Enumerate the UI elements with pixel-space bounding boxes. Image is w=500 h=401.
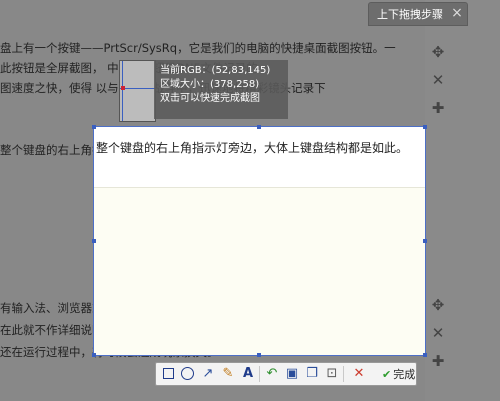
finish-label: 完成 xyxy=(393,368,416,381)
text-tool-icon[interactable]: A xyxy=(239,365,257,383)
crosshair-vertical xyxy=(122,61,123,121)
add-icon[interactable]: ✚ xyxy=(428,351,448,371)
move-icon[interactable]: ✥ xyxy=(428,295,448,315)
save-icon[interactable]: ▣ xyxy=(283,365,301,383)
copy-icon[interactable]: ❐ xyxy=(303,365,321,383)
toolbar-separator xyxy=(259,366,260,382)
resize-handle-left[interactable] xyxy=(92,239,96,243)
crosshair-horizontal xyxy=(120,88,155,89)
move-icon[interactable]: ✥ xyxy=(428,42,448,62)
cancel-icon[interactable]: ✕ xyxy=(350,365,368,383)
arrow-tool-icon[interactable]: ↗ xyxy=(199,365,217,383)
undo-icon[interactable]: ↶ xyxy=(263,365,281,383)
resize-handle-top[interactable] xyxy=(257,125,261,129)
close-icon[interactable]: × xyxy=(450,4,464,22)
add-icon[interactable]: ✚ xyxy=(428,98,448,118)
resize-handle-right[interactable] xyxy=(423,239,427,243)
divider xyxy=(94,187,425,188)
close-icon[interactable]: ✕ xyxy=(428,323,448,343)
rgb-readout: 当前RGB：(52,83,145) xyxy=(160,65,271,76)
cursor-point xyxy=(121,86,125,90)
finish-button[interactable]: ✔ 完成 xyxy=(382,366,415,382)
capture-selection-region[interactable]: 整个键盘的右上角指示灯旁边，大体上键盘结构都是如此。 xyxy=(93,126,426,356)
selected-text-line: 整个键盘的右上角指示灯旁边，大体上键盘结构都是如此。 xyxy=(96,141,409,155)
resize-handle-bottom[interactable] xyxy=(257,353,261,357)
capture-toolbar: ↗ ✎ A ↶ ▣ ❐ ⊡ ✕ ✔ 完成 xyxy=(155,362,417,386)
selection-content-band xyxy=(94,127,425,187)
zoom-magnifier xyxy=(119,60,156,122)
toolbar-separator xyxy=(343,366,344,382)
resize-handle-top-left[interactable] xyxy=(92,125,96,129)
close-icon[interactable]: ✕ xyxy=(428,70,448,90)
resize-handle-bottom-left[interactable] xyxy=(92,353,96,357)
resize-handle-top-right[interactable] xyxy=(423,125,427,129)
pin-icon[interactable]: ⊡ xyxy=(323,365,341,383)
capture-info-box: 当前RGB：(52,83,145) 区域大小：(378,258) 双击可以快速完… xyxy=(154,60,288,119)
brush-tool-icon[interactable]: ✎ xyxy=(219,365,237,383)
rectangle-tool-icon[interactable] xyxy=(163,368,174,379)
text-line: 盘上有一个按键——PrtScr/SysRq，它是我们的电脑的快捷桌面截图按钮。一 xyxy=(0,41,396,55)
resize-handle-bottom-right[interactable] xyxy=(423,353,427,357)
check-icon: ✔ xyxy=(382,368,392,381)
hint-text: 双击可以快速完成截图 xyxy=(160,93,260,104)
size-readout: 区域大小：(378,258) xyxy=(160,79,260,90)
ellipse-tool-icon[interactable] xyxy=(181,367,194,380)
